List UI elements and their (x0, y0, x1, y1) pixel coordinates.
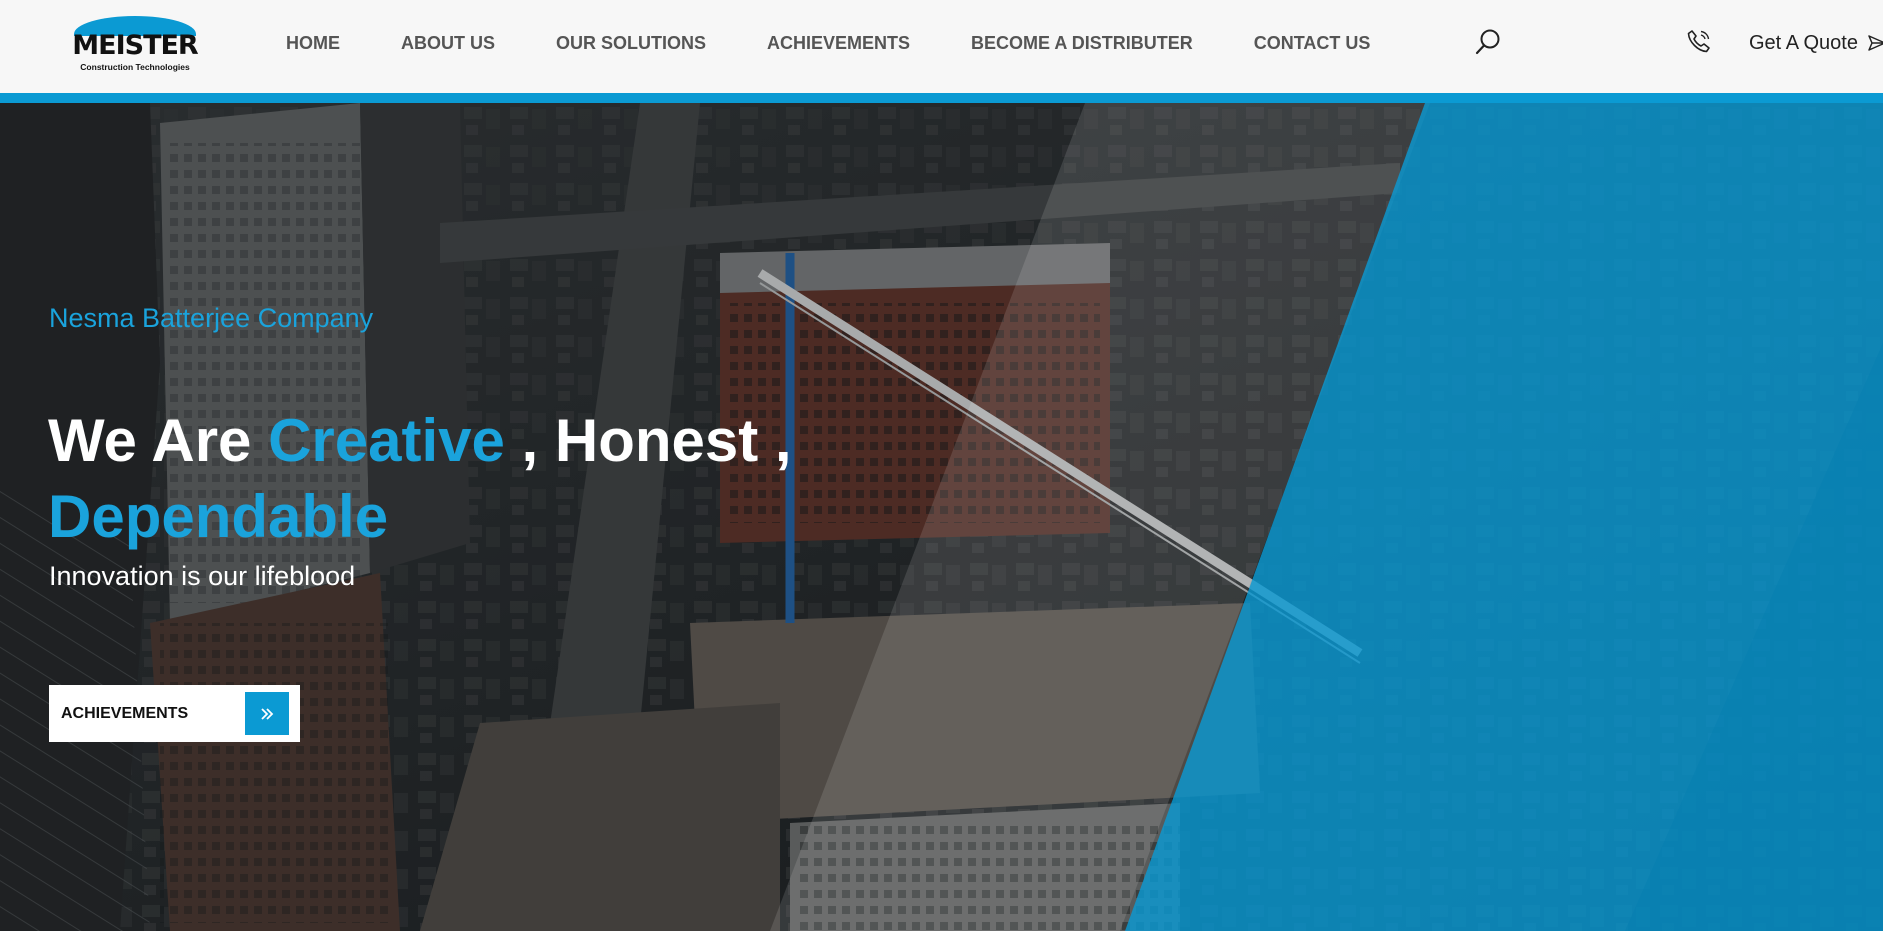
search-icon[interactable] (1474, 28, 1502, 56)
nav-achievements[interactable]: ACHIEVEMENTS (767, 33, 910, 54)
get-a-quote-link[interactable]: Get A Quote (1749, 30, 1883, 56)
hero-subtitle: Innovation is our lifeblood (49, 561, 356, 591)
hero-title-part-2: , Honest , (504, 407, 792, 474)
main-nav: HOME ABOUT US OUR SOLUTIONS ACHIEVEMENTS… (286, 30, 1370, 56)
send-icon (1868, 35, 1883, 51)
phone-icon[interactable] (1686, 28, 1712, 54)
meister-logo[interactable]: MEISTER Construction Technologies (72, 16, 199, 72)
nav-home[interactable]: HOME (286, 33, 340, 54)
achievements-button-label: ACHIEVEMENTS (61, 705, 189, 722)
nav-become-a-distributer[interactable]: BECOME A DISTRIBUTER (971, 33, 1193, 54)
header-accent-bar (0, 93, 1883, 103)
nav-about-us[interactable]: ABOUT US (401, 33, 495, 54)
hero-eyebrow: Nesma Batterjee Company (49, 303, 374, 333)
hero-title-accent-creative: Creative (268, 407, 505, 474)
logo-name: MEISTER (72, 30, 198, 61)
hero-title-part-1: We Are (48, 407, 269, 474)
get-a-quote-label: Get A Quote (1749, 31, 1858, 54)
logo-subtitle: Construction Technologies (80, 62, 190, 72)
nav-contact-us[interactable]: CONTACT US (1254, 33, 1371, 54)
hero-title-accent-dependable: Dependable (48, 483, 389, 550)
double-chevron-right-icon (245, 692, 289, 735)
site-header: MEISTER Construction Technologies HOME A… (0, 0, 1883, 93)
nav-our-solutions[interactable]: OUR SOLUTIONS (556, 33, 706, 54)
hero-section: Nesma Batterjee Company We Are Creative … (0, 103, 1883, 931)
hero-title: We Are Creative , Honest , Dependable (48, 403, 948, 555)
achievements-button[interactable]: ACHIEVEMENTS (49, 685, 300, 742)
